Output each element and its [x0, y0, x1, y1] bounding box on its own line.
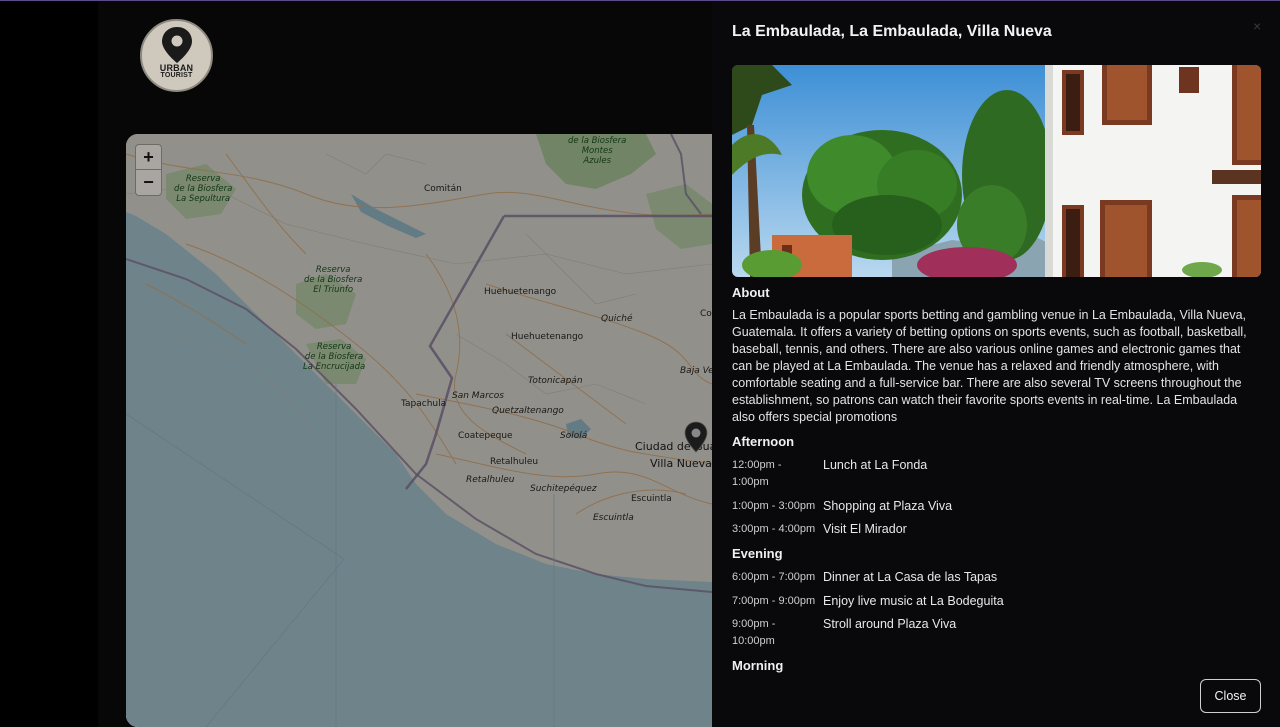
zoom-control: + −: [135, 144, 162, 196]
map-label-villa-nueva: Villa Nueva: [650, 457, 712, 470]
schedule-time: 12:00pm - 1:00pm: [732, 459, 782, 488]
map-pin-logo-icon: [161, 26, 192, 63]
schedule-time: 7:00pm - 9:00pm: [732, 595, 816, 607]
logo-text-tourist: TOURIST: [160, 71, 193, 79]
close-button[interactable]: Close: [1200, 679, 1261, 713]
map-marker-icon[interactable]: [683, 421, 709, 453]
schedule-time: 1:00pm - 3:00pm: [732, 500, 816, 512]
place-title: La Embaulada, La Embaulada, Villa Nueva: [732, 23, 1052, 40]
logo-text-urban: URBAN: [159, 62, 194, 73]
zoom-out-button[interactable]: −: [136, 170, 161, 195]
map-label-reserva-sepultura: Reserva de la Biosfera La Sepultura: [174, 174, 233, 204]
urban-tourist-logo[interactable]: URBAN TOURIST: [140, 19, 213, 92]
schedule-activity: Shopping at Plaza Viva: [823, 499, 953, 513]
close-icon[interactable]: ×: [1253, 18, 1261, 34]
about-heading: About: [732, 285, 770, 300]
map-label-retalhuleu-1: Retalhuleu: [490, 457, 539, 467]
map-label-huehuetenango-1: Huehuetenango: [484, 287, 557, 297]
left-gutter: [0, 1, 98, 727]
map-label-tapachula: Tapachula: [401, 399, 447, 409]
map-label-baja-ve: Baja Ve: [680, 366, 712, 376]
zoom-in-button[interactable]: +: [136, 145, 161, 170]
map-label-reserva-encrucijada: Reserva de la Biosfera La Encrucijada: [303, 342, 366, 372]
morning-heading: Morning: [732, 658, 784, 673]
map-label-escuintla-1: Escuintla: [631, 494, 672, 504]
schedule-activity: Enjoy live music at La Bodeguita: [823, 594, 1004, 608]
map-label-col: Col: [700, 309, 712, 319]
evening-heading: Evening: [732, 546, 783, 561]
map-view[interactable]: Reserva de la Biosfera La Sepultura Rese…: [126, 134, 712, 727]
schedule-time: 3:00pm - 4:00pm: [732, 523, 816, 535]
map-label-comitan: Comitán: [424, 184, 462, 194]
schedule-activity: Dinner at La Casa de las Tapas: [823, 570, 998, 584]
about-text: La Embaulada is a popular sports betting…: [732, 308, 1247, 424]
venue-image: [732, 65, 1261, 277]
map-label-coatepeque: Coatepeque: [458, 431, 513, 441]
map-label-retalhuleu-2: Retalhuleu: [466, 475, 515, 485]
schedule-activity: Lunch at La Fonda: [823, 458, 928, 472]
schedule-activity: Visit El Mirador: [823, 522, 907, 536]
map-label-reserva-montes: de la Biosfera Montes Azules: [568, 136, 627, 166]
map-tiles: [126, 134, 712, 727]
afternoon-heading: Afternoon: [732, 434, 795, 449]
map-label-quetzaltenango: Quetzaltenango: [492, 406, 564, 416]
schedule-activity: Stroll around Plaza Viva: [823, 617, 957, 631]
schedule-time: 9:00pm - 10:00pm: [732, 618, 776, 647]
schedule-time: 6:00pm - 7:00pm: [732, 571, 816, 583]
map-label-san-marcos: San Marcos: [452, 391, 504, 401]
place-photo: [732, 65, 1261, 277]
map-label-totonicapan: Totonicapán: [528, 376, 583, 386]
map-label-solola: Sololá: [560, 431, 588, 441]
map-label-quiche: Quiché: [601, 314, 633, 324]
map-label-reserva-triunfo: Reserva de la Biosfera El Triunfo: [304, 265, 363, 295]
map-label-suchitepequez: Suchitepéquez: [530, 484, 597, 494]
map-label-escuintla-2: Escuintla: [593, 513, 634, 523]
map-label-huehuetenango-2: Huehuetenango: [511, 332, 584, 342]
